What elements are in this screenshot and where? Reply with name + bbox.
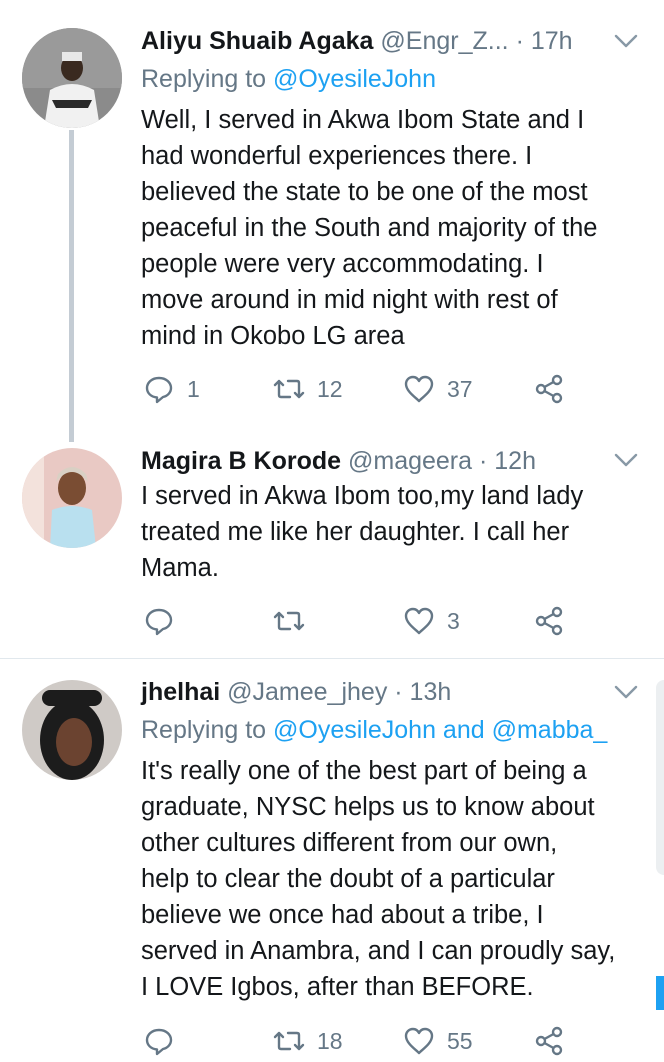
heart-icon: [404, 375, 434, 403]
tweet-text-line: had wonderful experiences there. I: [141, 142, 533, 170]
tweet-text-line: believed the state to be one of the most: [141, 178, 588, 206]
share-button[interactable]: [533, 369, 565, 409]
like-count: 37: [447, 375, 473, 402]
tweet-actions: 1 12 37: [141, 369, 641, 409]
tweet-time[interactable]: · 13h: [394, 678, 451, 706]
reply-mention-link[interactable]: @OyesileJohn and @mabba_: [273, 716, 607, 744]
retweet-button[interactable]: 12: [273, 369, 343, 409]
tweet-text-line: other cultures different from our own,: [141, 829, 558, 857]
tweet-actions: 3: [141, 601, 641, 641]
share-button[interactable]: [533, 601, 565, 641]
like-count: 55: [447, 1027, 473, 1054]
tweet-text-line: Mama.: [141, 554, 219, 582]
tweet-jhelhai[interactable]: jhelhai @Jamee_jhey · 13h Replying to @O…: [0, 659, 664, 1062]
retweet-count: 18: [317, 1027, 343, 1054]
tweet-text-line: move around in mid night with rest of: [141, 286, 558, 314]
like-button[interactable]: 3: [403, 601, 460, 641]
tweet-text-line: Well, I served in Akwa Ibom State and I: [141, 106, 585, 134]
tweet-text-line: served in Anambra, and I can proudly say…: [141, 937, 616, 965]
tweet-text-line: I served in Akwa Ibom too,my land lady: [141, 482, 584, 510]
tweet-text-line: It's really one of the best part of bein…: [141, 757, 587, 785]
chevron-down-icon[interactable]: [612, 450, 640, 470]
author-handle[interactable]: @Engr_Z...: [380, 27, 508, 55]
heart-icon: [404, 607, 434, 635]
avatar-image: [22, 28, 122, 128]
tweet-text: I served in Akwa Ibom too,my land lady t…: [141, 478, 651, 586]
tweet-text-line: treated me like her daughter. I call her: [141, 518, 570, 546]
tweet-time[interactable]: · 12h: [479, 447, 536, 475]
replying-to-prefix: Replying to: [141, 716, 274, 744]
tweet-text-line: peaceful in the South and majority of th…: [141, 214, 598, 242]
tweet-text-line: mind in Okobo LG area: [141, 322, 405, 350]
tweet-time[interactable]: · 17h: [516, 27, 573, 55]
tweet-text: It's really one of the best part of bein…: [141, 753, 651, 1005]
avatar[interactable]: [22, 680, 122, 780]
tweet-text-line: I LOVE Igbos, after than BEFORE.: [141, 973, 534, 1001]
reply-button[interactable]: [143, 1021, 187, 1061]
replying-to: Replying to @OyesileJohn: [141, 62, 436, 96]
tweet-header: Aliyu Shuaib Agaka @Engr_Z... · 17h: [141, 24, 573, 58]
tweet-header: jhelhai @Jamee_jhey · 13h: [141, 675, 451, 709]
retweet-button[interactable]: [273, 601, 317, 641]
tweet-text-line: graduate, NYSC helps us to know about: [141, 793, 595, 821]
avatar[interactable]: [22, 448, 122, 548]
like-button[interactable]: 55: [403, 1021, 473, 1061]
share-icon: [535, 374, 563, 404]
share-button[interactable]: [533, 1021, 565, 1061]
avatar-image: [22, 680, 122, 780]
tweet-header: Magira B Korode @mageera · 12h: [141, 444, 536, 478]
chevron-down-icon[interactable]: [612, 682, 640, 702]
edge-panel: [656, 680, 664, 875]
reply-button[interactable]: [143, 601, 187, 641]
avatar-image: [22, 448, 122, 548]
retweet-icon: [273, 611, 305, 631]
retweet-count: 12: [317, 375, 343, 402]
chevron-down-icon[interactable]: [612, 31, 640, 51]
tweet-magira[interactable]: Magira B Korode @mageera · 12h I served …: [0, 440, 664, 658]
retweet-icon: [273, 379, 305, 399]
tweet-text: Well, I served in Akwa Ibom State and I …: [141, 102, 651, 354]
author-name[interactable]: Aliyu Shuaib Agaka: [141, 27, 373, 55]
author-name[interactable]: Magira B Korode: [141, 447, 341, 475]
thread-line: [69, 130, 74, 442]
share-icon: [535, 606, 563, 636]
reply-icon: [145, 608, 173, 636]
tweet-text-line: people were very accommodating. I: [141, 250, 544, 278]
tweet-actions: 18 55: [141, 1021, 641, 1061]
reply-button[interactable]: 1: [143, 369, 200, 409]
like-count: 3: [447, 607, 460, 634]
like-button[interactable]: 37: [403, 369, 473, 409]
retweet-icon: [273, 1031, 305, 1051]
tweet-text-line: help to clear the doubt of a particular: [141, 865, 555, 893]
reply-mention-link[interactable]: @OyesileJohn: [273, 65, 436, 93]
tweet-text-line: believe we once had about a tribe, I: [141, 901, 544, 929]
reply-count: 1: [187, 375, 200, 402]
tweet-aliyu[interactable]: Aliyu Shuaib Agaka @Engr_Z... · 17h Repl…: [0, 0, 664, 442]
reply-icon: [145, 376, 173, 404]
heart-icon: [404, 1027, 434, 1055]
retweet-button[interactable]: 18: [273, 1021, 343, 1061]
reply-icon: [145, 1028, 173, 1056]
share-icon: [535, 1026, 563, 1056]
replying-to: Replying to @OyesileJohn and @mabba_: [141, 713, 607, 747]
author-handle[interactable]: @Jamee_jhey: [227, 678, 387, 706]
replying-to-prefix: Replying to: [141, 65, 274, 93]
scrollbar[interactable]: [656, 976, 664, 1010]
author-handle[interactable]: @mageera: [348, 447, 472, 475]
author-name[interactable]: jhelhai: [141, 678, 220, 706]
avatar[interactable]: [22, 28, 122, 128]
